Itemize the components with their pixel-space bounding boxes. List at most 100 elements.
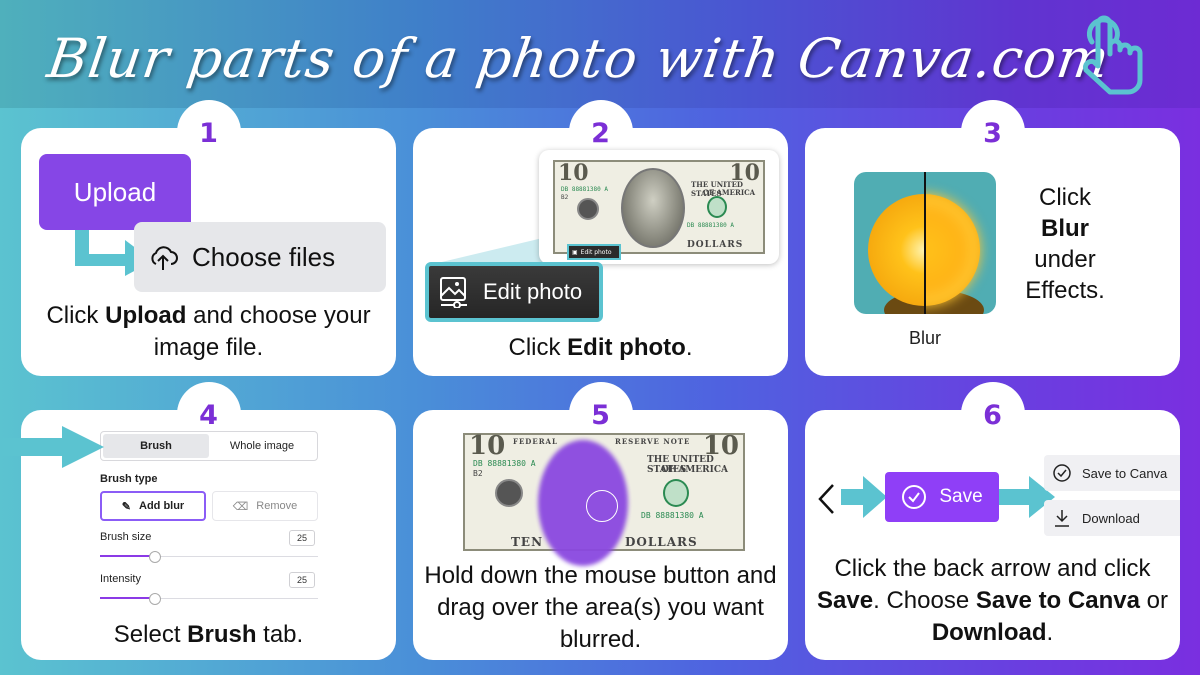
back-arrow-icon[interactable]: [815, 482, 839, 516]
remove-label: Remove: [256, 500, 298, 512]
page-title: Blur parts of a photo with Canva.com: [43, 27, 1114, 90]
add-blur-button[interactable]: ✎ Add blur: [100, 491, 206, 521]
step-2-card: 2 10 10 DB 88881380 A B2 THE UNITED STAT…: [413, 100, 788, 376]
caption-text: Click the back arrow and click: [834, 555, 1151, 582]
image-edit-icon: ▣: [572, 248, 578, 256]
caption-text: Select: [113, 621, 188, 648]
lemon-blurred-half: [925, 172, 996, 314]
bill-federal: FEDERAL: [513, 437, 558, 446]
cloud-upload-icon: [151, 246, 178, 270]
bill-corner: 10: [469, 431, 506, 461]
caption-text: Click: [1039, 184, 1091, 211]
arrow-icon: [0, 426, 104, 468]
step-6-card: 6 Save Save to Canva Download Click the …: [805, 382, 1180, 660]
caption-text: Click: [46, 302, 106, 329]
bill-dollars: DOLLARS: [687, 240, 744, 250]
caption-bold: Download: [931, 619, 1047, 646]
bill-serial: DB 88881380 A: [473, 459, 536, 468]
menu-item-label: Download: [1082, 510, 1140, 526]
bill-image-frame: 10 10 DB 88881380 A B2 THE UNITED STATES…: [539, 150, 779, 264]
slider-handle[interactable]: [148, 593, 161, 605]
save-button[interactable]: Save: [885, 472, 999, 522]
download-icon: [1055, 510, 1069, 527]
brush-size-input[interactable]: 25: [289, 530, 315, 546]
bill-dollars: DOLLARS: [625, 535, 698, 549]
pen-icon: ✎: [121, 500, 131, 513]
ten-dollar-bill-image: 10 10 DB 88881380 A B2 THE UNITED STATES…: [553, 160, 765, 260]
caption-text: Click: [508, 334, 568, 361]
caption-text: .: [685, 334, 693, 361]
step-1-card: 1 Upload Choose files Click Upload and c…: [21, 100, 396, 376]
step-6-caption: Click the back arrow and click Save. Cho…: [805, 553, 1180, 649]
step-3-caption: Click Blur under Effects.: [1010, 182, 1120, 306]
bill-serial: DB 88881380 A: [561, 186, 608, 193]
bill-usa: OF AMERICA: [703, 188, 756, 197]
caption-bold: Upload: [105, 302, 187, 329]
image-edit-icon: [440, 277, 467, 308]
step-5-caption: Hold down the mouse button and drag over…: [424, 562, 777, 653]
step-4-caption: Select Brush tab.: [21, 619, 396, 651]
add-blur-label: Add blur: [139, 500, 185, 512]
bill-corner: 10: [558, 160, 589, 186]
tap-hand-icon: [1082, 15, 1143, 95]
caption-bold: Save: [817, 587, 874, 614]
intensity-slider[interactable]: [100, 593, 318, 605]
caption-text: tab.: [256, 621, 304, 648]
brush-size-slider[interactable]: [100, 551, 318, 563]
caption-bold: Brush: [187, 621, 257, 648]
intensity-label: Intensity: [100, 573, 141, 585]
bill-usa: OF AMERICA: [661, 465, 729, 475]
download-option[interactable]: Download: [1044, 500, 1180, 536]
caption-text: . Choose: [873, 587, 976, 614]
arrow-icon: [841, 476, 887, 518]
bill-serial: DB 88881380 A: [687, 222, 734, 229]
check-circle-icon: [902, 485, 927, 509]
brush-type-label: Brush type: [100, 473, 158, 485]
bill-series: B2: [561, 194, 569, 201]
step-number: 3: [960, 100, 1025, 164]
caption-bold: Save to Canva: [975, 587, 1140, 614]
bill-series: B2: [473, 469, 483, 478]
choose-files-label: Choose files: [192, 241, 336, 272]
small-edit-label: Edit photo: [580, 248, 612, 256]
brush-cursor: [586, 490, 618, 522]
save-to-canva-option[interactable]: Save to Canva: [1044, 455, 1180, 491]
step-4-card: 4 Brush Whole image Brush type ✎ Add blu…: [0, 382, 396, 660]
bill-green-seal: [707, 196, 727, 218]
slider-handle[interactable]: [148, 551, 161, 563]
remove-button[interactable]: ⌫ Remove: [212, 491, 318, 521]
bill-seal: [495, 479, 523, 507]
step-number: 6: [960, 382, 1025, 446]
eraser-icon: ⌫: [232, 500, 249, 513]
upload-button[interactable]: Upload: [39, 154, 191, 230]
step-3-card: 3 Blur Click Blur under Effects.: [805, 100, 1180, 376]
caption-text: under Effects.: [1025, 246, 1105, 304]
caption-text: .: [1046, 619, 1054, 646]
bill-reserve-note: RESERVE NOTE: [615, 437, 691, 446]
step-2-caption: Click Edit photo.: [413, 332, 788, 364]
choose-files-button[interactable]: Choose files: [134, 222, 386, 292]
caption-bold: Edit photo: [567, 334, 686, 361]
bill-seal: [577, 198, 599, 220]
caption-text: or: [1139, 587, 1168, 614]
small-edit-photo-button[interactable]: ▣ Edit photo: [567, 244, 621, 260]
save-label: Save: [939, 486, 983, 507]
blur-effect-label: Blur: [908, 328, 941, 348]
tab-brush[interactable]: Brush: [103, 434, 209, 458]
divider-line: [924, 172, 926, 314]
menu-item-label: Save to Canva: [1082, 465, 1168, 481]
bill-serial: DB 88881380 A: [641, 511, 704, 520]
edit-photo-label: Edit photo: [483, 279, 583, 304]
caption-bold: Blur: [1041, 215, 1089, 242]
bill-ten: TEN: [511, 535, 544, 549]
tab-whole-image[interactable]: Whole image: [209, 434, 315, 458]
caption-text: and choose your image file.: [153, 302, 371, 361]
bill-green-seal: [663, 479, 689, 507]
blur-mode-tabs: Brush Whole image: [100, 431, 318, 461]
blur-effect-thumbnail[interactable]: [854, 172, 996, 314]
intensity-input[interactable]: 25: [289, 572, 315, 588]
bill-portrait: [621, 168, 685, 248]
step-5-card: 5 10 10 FEDERAL RESERVE NOTE DB 88881380…: [413, 382, 788, 660]
edit-photo-button[interactable]: Edit photo: [425, 262, 603, 322]
step-1-caption: Click Upload and choose your image file.: [21, 300, 396, 364]
